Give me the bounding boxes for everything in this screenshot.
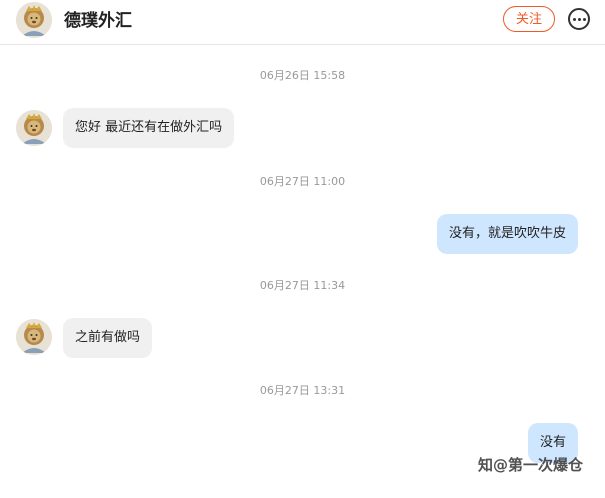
message-timestamp: 06月26日 15:58 (259, 69, 346, 82)
message-timestamp: 06月27日 13:31 (259, 384, 346, 397)
message-timestamp: 06月27日 11:00 (259, 175, 346, 188)
follow-button[interactable]: 关注 (503, 6, 555, 32)
message-timestamp: 06月27日 11:34 (259, 279, 346, 292)
chat-header: 德璞外汇 关注 (0, 0, 605, 45)
lion-avatar-icon (16, 110, 52, 146)
message-bubble-received[interactable]: 之前有做吗 (63, 318, 153, 358)
more-options-icon[interactable] (568, 8, 590, 30)
message-bubble-sent[interactable]: 没有，就是吹吹牛皮 (436, 214, 578, 254)
contact-avatar[interactable] (16, 319, 52, 355)
message-bubble-received[interactable]: 您好 最近还有在做外汇吗 (63, 108, 235, 148)
lion-avatar-icon (16, 2, 52, 38)
lion-avatar-icon (16, 319, 52, 355)
contact-avatar[interactable] (16, 2, 52, 38)
contact-name: 德璞外汇 (64, 11, 132, 31)
contact-avatar[interactable] (16, 110, 52, 146)
watermark: 知@第一次爆仓 (478, 456, 584, 474)
